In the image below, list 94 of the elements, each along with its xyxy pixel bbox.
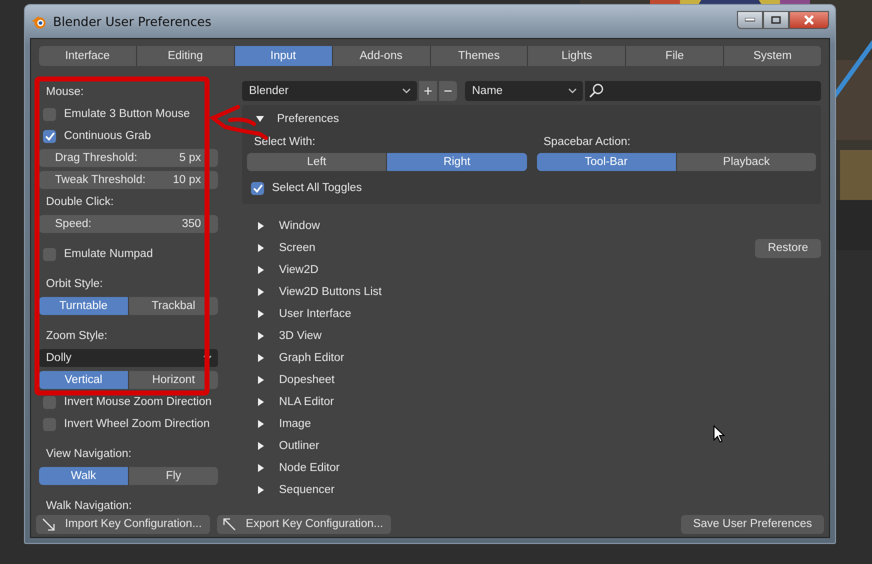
tab[interactable]: Add-ons: [332, 46, 430, 66]
tab[interactable]: Interface: [39, 46, 137, 66]
keymap-section[interactable]: Dopesheet: [242, 373, 341, 387]
keymap-section[interactable]: User Interface: [242, 307, 358, 321]
number-field[interactable]: Speed: 350: [39, 215, 218, 233]
arrow-icon: [42, 518, 55, 530]
restore-button[interactable]: Restore: [755, 238, 821, 258]
app-logo-icon: [31, 14, 47, 28]
checkbox-label[interactable]: Invert Mouse Zoom Direction: [64, 396, 212, 408]
search-icon: [588, 83, 604, 99]
toggle-option[interactable]: Walk: [39, 467, 129, 485]
tab[interactable]: Themes: [430, 46, 528, 66]
add-button[interactable]: +: [419, 81, 437, 101]
chevron-icon: [402, 88, 411, 94]
keymap-section[interactable]: Sequencer: [242, 483, 341, 497]
section-label: View Navigation:: [46, 448, 132, 460]
section-label: Double Click:: [46, 196, 114, 208]
keymap-section[interactable]: Image: [242, 417, 317, 431]
keymap-section[interactable]: NLA Editor: [242, 395, 340, 409]
collapsed-triangle-icon[interactable]: [257, 464, 265, 472]
tab[interactable]: System: [724, 46, 821, 66]
checkbox[interactable]: [43, 130, 56, 142]
section-label: Walk Navigation:: [46, 500, 132, 512]
keymap-section[interactable]: Graph Editor: [242, 351, 350, 365]
checkbox[interactable]: [43, 248, 56, 260]
keymap-section[interactable]: Window: [242, 219, 326, 233]
export-button[interactable]: Export Key Configuration...: [216, 514, 392, 534]
tab[interactable]: Lights: [528, 46, 626, 66]
remove-button[interactable]: −: [439, 81, 457, 101]
window-title: Blender User Preferences: [53, 14, 212, 29]
number-field[interactable]: Tweak Threshold: 10 px: [39, 171, 218, 189]
maximize-icon: [771, 16, 781, 24]
toggle-option[interactable]: Horizont: [129, 371, 218, 389]
collapsed-triangle-icon[interactable]: [257, 244, 265, 252]
keymap-section[interactable]: Screen: [242, 241, 322, 255]
collapsed-triangle-icon[interactable]: [257, 398, 265, 406]
collapsed-triangle-icon[interactable]: [257, 486, 265, 494]
toggle-option[interactable]: Fly: [129, 467, 218, 485]
filter-dropdown[interactable]: Name: [465, 81, 583, 101]
section-label: Orbit Style:: [46, 278, 103, 290]
keymap-section[interactable]: 3D View: [242, 329, 328, 343]
dropdown[interactable]: Dolly: [39, 349, 218, 367]
toggle-option[interactable]: Left: [247, 153, 388, 171]
collapsed-triangle-icon[interactable]: [257, 442, 265, 450]
number-field[interactable]: Drag Threshold: 5 px: [39, 149, 218, 167]
checkbox[interactable]: [251, 182, 264, 194]
minimize-button[interactable]: [737, 11, 763, 29]
collapsed-triangle-icon[interactable]: [257, 288, 265, 296]
chevron-icon: [568, 88, 577, 94]
checkbox[interactable]: [43, 396, 56, 408]
tab[interactable]: Input: [234, 46, 333, 66]
collapsed-triangle-icon[interactable]: [257, 376, 265, 384]
expanded-triangle-icon[interactable]: [256, 115, 264, 123]
tab[interactable]: File: [626, 46, 724, 66]
field-label: Spacebar Action:: [544, 136, 630, 148]
toggle-option[interactable]: Vertical: [39, 371, 129, 389]
keymap-section[interactable]: View2D: [242, 263, 324, 277]
toggle-option[interactable]: Turntable: [39, 297, 129, 315]
checkbox-label[interactable]: Emulate 3 Button Mouse: [64, 108, 190, 120]
keymap-section[interactable]: Outliner: [242, 439, 326, 453]
checkbox[interactable]: [43, 418, 56, 430]
collapsed-triangle-icon[interactable]: [257, 332, 265, 340]
checkbox-label[interactable]: Emulate Numpad: [64, 248, 153, 260]
close-button[interactable]: [789, 11, 829, 29]
toggle-option[interactable]: Trackbal: [129, 297, 218, 315]
toggle-option[interactable]: Right: [387, 153, 526, 171]
checkbox[interactable]: [43, 108, 56, 120]
toggle-option[interactable]: Tool-Bar: [536, 153, 677, 171]
preset-dropdown[interactable]: Blender: [242, 81, 417, 101]
search-field[interactable]: [585, 81, 821, 101]
checkbox-label[interactable]: Select All Toggles: [272, 182, 362, 194]
collapsed-triangle-icon[interactable]: [257, 222, 265, 230]
cursor-icon: [713, 425, 725, 443]
toggle-option[interactable]: Playback: [676, 153, 816, 171]
collapsed-triangle-icon[interactable]: [257, 310, 265, 318]
checkbox-label[interactable]: Invert Wheel Zoom Direction: [64, 418, 210, 430]
tab[interactable]: Editing: [136, 46, 235, 66]
minimize-icon: [745, 18, 755, 22]
chevron-icon: [203, 355, 212, 361]
keymap-section[interactable]: View2D Buttons List: [242, 285, 388, 299]
section-label: Mouse:: [46, 86, 84, 98]
maximize-button[interactable]: [763, 11, 789, 29]
field-label: Select With:: [254, 136, 316, 148]
panel-header[interactable]: Preferences: [247, 105, 346, 133]
import-button[interactable]: Import Key Configuration...: [36, 514, 210, 534]
section-label: Zoom Style:: [46, 330, 108, 342]
collapsed-triangle-icon[interactable]: [257, 420, 265, 428]
arrow-icon: [222, 518, 236, 530]
keymap-section[interactable]: Node Editor: [242, 461, 346, 475]
collapsed-triangle-icon[interactable]: [257, 354, 265, 362]
checkbox-label[interactable]: Continuous Grab: [64, 130, 151, 142]
collapsed-triangle-icon[interactable]: [257, 266, 265, 274]
save-button[interactable]: Save User Preferences: [681, 514, 824, 534]
close-icon: [803, 15, 815, 25]
